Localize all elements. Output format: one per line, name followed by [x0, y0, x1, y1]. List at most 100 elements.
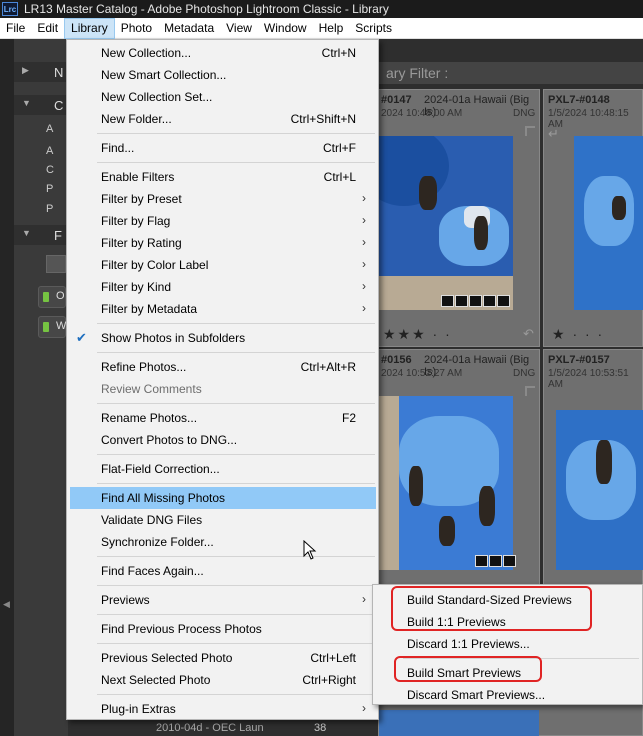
develop-badge-icon[interactable]	[503, 555, 516, 567]
comment-badge-icon[interactable]	[455, 295, 468, 307]
star-rating[interactable]: ★★★ · ·	[383, 326, 452, 343]
panel-header-letter: C	[54, 98, 64, 113]
menu-find[interactable]: Find... Ctrl+F	[67, 137, 378, 159]
flag-icon[interactable]	[525, 126, 535, 136]
menu-view[interactable]: View	[220, 18, 258, 39]
folder-name: 2010-04d - OEC Laun	[156, 722, 264, 734]
flag-icon[interactable]	[525, 386, 535, 396]
menu-discard-smart-previews[interactable]: Discard Smart Previews...	[373, 684, 642, 706]
catalog-item[interactable]: C	[46, 164, 54, 176]
menu-scripts[interactable]: Scripts	[349, 18, 398, 39]
submenu-arrow-icon: ›	[362, 701, 366, 715]
menu-next-selected-photo[interactable]: Next Selected Photo Ctrl+Right	[67, 669, 378, 691]
menu-item-label: New Smart Collection...	[101, 68, 227, 82]
menu-edit[interactable]: Edit	[31, 18, 64, 39]
menu-item-shortcut: Ctrl+Alt+R	[300, 360, 356, 374]
menu-rename-photos[interactable]: Rename Photos... F2	[67, 407, 378, 429]
grid-cell[interactable]: #0147 2024-01a Hawaii (Big Is) 2024 10:4…	[378, 89, 540, 347]
navigator-panel-header[interactable]: ▶ N	[14, 62, 68, 82]
menu-new-collection[interactable]: New Collection... Ctrl+N	[67, 42, 378, 64]
menu-filter-by-metadata[interactable]: Filter by Metadata ›	[67, 298, 378, 320]
lightroom-app-icon[interactable]: Lrc	[2, 2, 18, 16]
left-panel	[14, 39, 68, 736]
catalog-item[interactable]: A	[46, 145, 53, 157]
library-filter-label: ary Filter :	[386, 65, 449, 81]
menu-refine-photos[interactable]: Refine Photos... Ctrl+Alt+R	[67, 356, 378, 378]
folder-row[interactable]: 2010-04d - OEC Laun 38	[68, 722, 378, 736]
menu-help[interactable]: Help	[313, 18, 350, 39]
photo-thumbnail[interactable]	[379, 136, 513, 310]
menu-filter-by-preset[interactable]: Filter by Preset ›	[67, 188, 378, 210]
menu-item-shortcut: Ctrl+F	[323, 141, 356, 155]
rotate-icon[interactable]: ↵	[548, 126, 559, 142]
menu-new-folder[interactable]: New Folder... Ctrl+Shift+N	[67, 108, 378, 130]
keyword-badge-icon[interactable]	[441, 295, 454, 307]
metadata-badge-icon[interactable]	[497, 295, 510, 307]
menu-item-label: Previous Selected Photo	[101, 651, 233, 665]
library-filter-bar: ary Filter :	[378, 62, 643, 84]
menu-previews[interactable]: Previews ›	[67, 589, 378, 611]
keyword-badge-icon[interactable]	[475, 555, 488, 567]
star-rating[interactable]: ★ · · ·	[552, 326, 604, 343]
menu-photo[interactable]: Photo	[115, 18, 158, 39]
photo-thumbnail[interactable]	[379, 396, 513, 570]
grid-cell[interactable]: #0156 2024-01a Hawaii (Big Is) 2024 10:5…	[378, 349, 540, 607]
menu-filter-by-color-label[interactable]: Filter by Color Label ›	[67, 254, 378, 276]
annotation-highlight-box	[391, 586, 592, 631]
annotation-highlight-box	[394, 656, 542, 682]
photo-index: PXL7-#0157	[548, 354, 610, 366]
menu-validate-dng-files[interactable]: Validate DNG Files	[67, 509, 378, 531]
menu-metadata[interactable]: Metadata	[158, 18, 220, 39]
menu-file[interactable]: File	[0, 18, 31, 39]
menu-item-label: Filter by Flag	[101, 214, 171, 228]
menu-new-smart-collection[interactable]: New Smart Collection...	[67, 64, 378, 86]
grid-cell[interactable]: PXL7-#0157 1/5/2024 10:53:51 AM	[543, 349, 643, 607]
menu-separator	[97, 483, 375, 484]
menu-window[interactable]: Window	[258, 18, 313, 39]
menu-filter-by-kind[interactable]: Filter by Kind ›	[67, 276, 378, 298]
menu-find-faces-again[interactable]: Find Faces Again...	[67, 560, 378, 582]
menu-previous-selected-photo[interactable]: Previous Selected Photo Ctrl+Left	[67, 647, 378, 669]
rotate-icon[interactable]: ↶	[523, 326, 534, 342]
collapse-left-panel-icon[interactable]: ◀	[3, 599, 10, 610]
menu-discard-1-1-previews[interactable]: Discard 1:1 Previews...	[373, 633, 642, 655]
menu-item-label: Enable Filters	[101, 170, 175, 184]
volume-button[interactable]: W	[38, 316, 66, 338]
comment-badge-icon[interactable]	[489, 555, 502, 567]
menu-show-photos-in-subfolders[interactable]: ✔ Show Photos in Subfolders	[67, 327, 378, 349]
menu-find-all-missing-photos[interactable]: Find All Missing Photos	[70, 487, 376, 509]
folders-panel-header[interactable]: ▼ F	[14, 225, 68, 245]
folder-count: 38	[314, 722, 327, 734]
menu-bar: File Edit Library Photo Metadata View Wi…	[0, 17, 643, 39]
panel-header-letter: N	[54, 65, 64, 80]
photo-file-type: DNG	[513, 368, 536, 379]
crop-badge-icon[interactable]	[469, 295, 482, 307]
menu-plug-in-extras[interactable]: Plug-in Extras ›	[67, 698, 378, 720]
menu-find-previous-process-photos[interactable]: Find Previous Process Photos	[67, 618, 378, 640]
folder-search-field[interactable]	[46, 255, 66, 273]
menu-enable-filters[interactable]: Enable Filters Ctrl+L	[67, 166, 378, 188]
catalog-item[interactable]: P	[46, 183, 53, 195]
catalog-item[interactable]: P	[46, 203, 53, 215]
volume-button[interactable]: O	[38, 286, 66, 308]
grid-cell[interactable]: PXL7-#0148 1/5/2024 10:48:15 AM ↵ ★ · · …	[543, 89, 643, 347]
photo-index: #0147	[381, 94, 412, 106]
catalog-item[interactable]: A	[46, 123, 53, 135]
photo-thumbnail[interactable]	[379, 710, 539, 736]
menu-separator	[97, 694, 375, 695]
menu-convert-photos-to-dng[interactable]: Convert Photos to DNG...	[67, 429, 378, 451]
menu-flat-field-correction[interactable]: Flat-Field Correction...	[67, 458, 378, 480]
menu-filter-by-rating[interactable]: Filter by Rating ›	[67, 232, 378, 254]
menu-synchronize-folder[interactable]: Synchronize Folder...	[67, 531, 378, 553]
menu-item-label: Filter by Metadata	[101, 302, 198, 316]
window-title: LR13 Master Catalog - Adobe Photoshop Li…	[24, 2, 389, 16]
left-panel-edge: ◀	[0, 39, 14, 736]
photo-thumbnail[interactable]	[574, 136, 643, 310]
menu-item-label: Find...	[101, 141, 135, 155]
menu-new-collection-set[interactable]: New Collection Set...	[67, 86, 378, 108]
photo-thumbnail[interactable]	[556, 410, 643, 570]
menu-filter-by-flag[interactable]: Filter by Flag ›	[67, 210, 378, 232]
menu-library[interactable]: Library	[64, 17, 115, 39]
develop-badge-icon[interactable]	[483, 295, 496, 307]
catalog-panel-header[interactable]: ▼ C	[14, 95, 68, 115]
